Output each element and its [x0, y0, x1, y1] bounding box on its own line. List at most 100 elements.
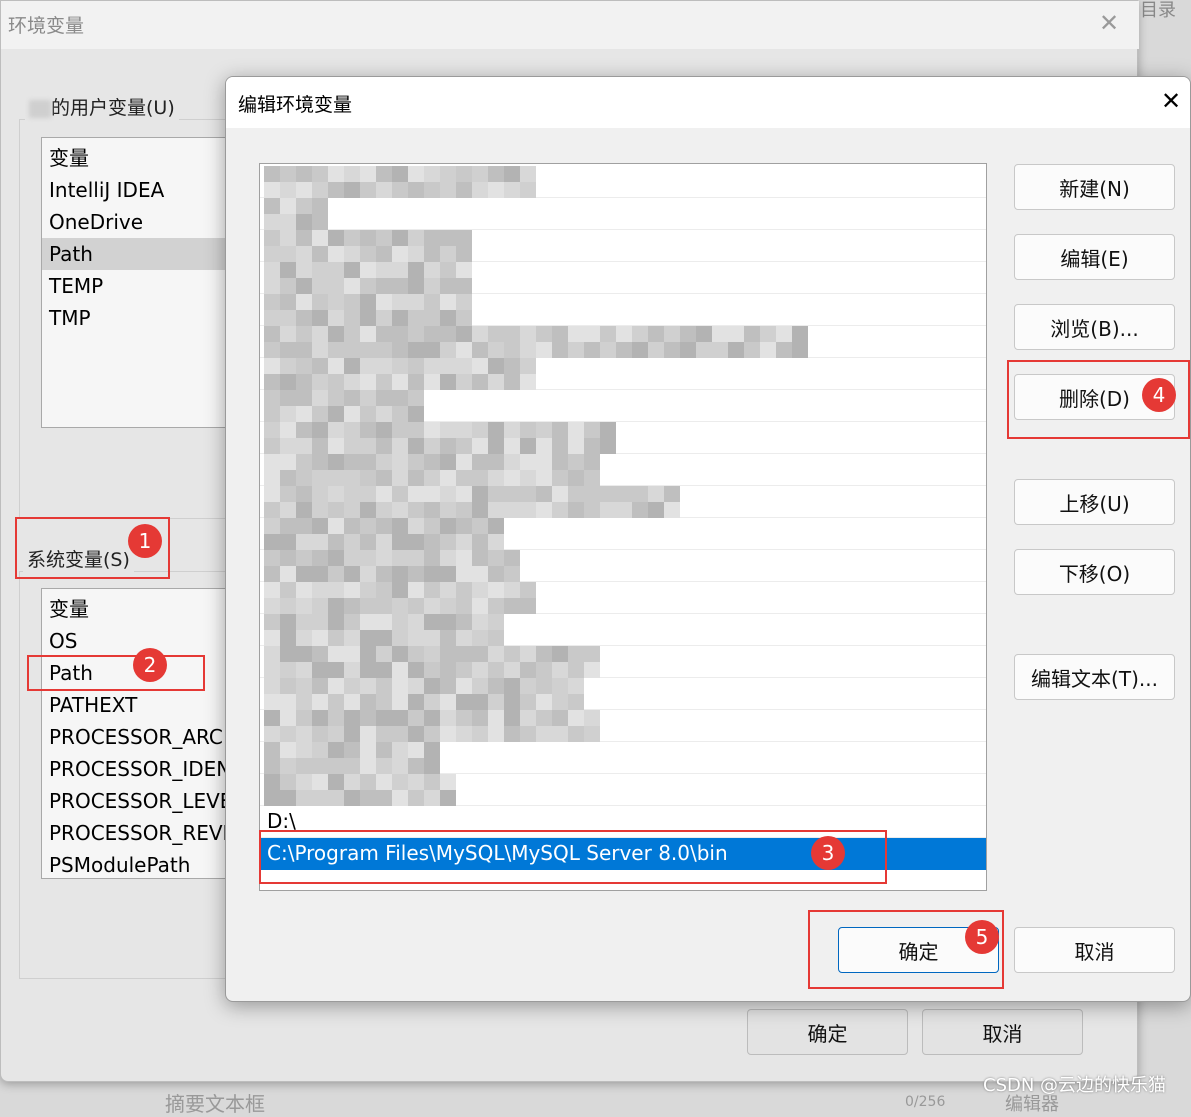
list-item[interactable]: PROCESSOR_ARC	[42, 721, 240, 753]
blurred-text-block	[312, 678, 328, 694]
blurred-text-block	[408, 438, 424, 454]
toc-label: 目录	[1140, 0, 1176, 21]
blurred-text-block	[264, 374, 280, 390]
blurred-text-block	[392, 550, 408, 566]
list-item[interactable]: Path	[42, 238, 240, 270]
path-entry[interactable]	[260, 198, 986, 230]
blurred-text-block	[312, 614, 328, 630]
system-vars-list[interactable]: 变量 OS Path PATHEXT PROCESSOR_ARC PROCESSOR_ID…	[41, 588, 241, 879]
path-entry[interactable]	[260, 390, 986, 422]
blurred-text-block	[312, 534, 328, 550]
path-entry[interactable]	[260, 422, 986, 454]
blurred-text-block	[376, 438, 392, 454]
blurred-text-block	[456, 326, 472, 342]
move-up-button[interactable]: 上移(U)	[1014, 479, 1175, 525]
path-entry[interactable]	[260, 550, 986, 582]
path-entry[interactable]	[260, 262, 986, 294]
blurred-text-block	[664, 486, 680, 502]
blurred-text-block	[472, 518, 488, 534]
list-item[interactable]: TEMP	[42, 270, 240, 302]
path-entry[interactable]	[260, 710, 986, 742]
list-item[interactable]: PROCESSOR_LEVE	[42, 785, 240, 817]
blurred-text-block	[408, 374, 424, 390]
blurred-text-block	[472, 614, 488, 630]
blurred-text-block	[520, 662, 536, 678]
path-entry[interactable]	[260, 614, 986, 646]
blurred-text-block	[296, 774, 312, 790]
blurred-text-block	[504, 326, 520, 342]
blurred-text-block	[520, 502, 536, 518]
user-vars-list[interactable]: 变量 IntelliJ IDEA OneDrive Path TEMP TMP	[41, 137, 241, 428]
cancel-button[interactable]: 取消	[1014, 927, 1175, 973]
path-entry[interactable]	[260, 166, 986, 198]
blurred-text-block	[456, 342, 472, 358]
path-entry[interactable]	[260, 230, 986, 262]
blurred-text-block	[328, 646, 344, 662]
blurred-text-block	[376, 694, 392, 710]
blurred-text-block	[376, 742, 392, 758]
list-item[interactable]: PROCESSOR_IDEN	[42, 753, 240, 785]
path-entry[interactable]	[260, 454, 986, 486]
path-entry[interactable]	[260, 582, 986, 614]
list-item[interactable]: PROCESSOR_REVI	[42, 817, 240, 849]
path-entry[interactable]	[260, 358, 986, 390]
blurred-text-block	[600, 438, 616, 454]
blurred-text-block	[568, 694, 584, 710]
path-entry[interactable]	[260, 646, 986, 678]
blurred-text-block	[408, 406, 424, 422]
blurred-text-block	[536, 342, 552, 358]
path-entry[interactable]	[260, 774, 986, 806]
edit-text-button[interactable]: 编辑文本(T)...	[1014, 654, 1175, 700]
blurred-text-block	[696, 326, 712, 342]
path-entry[interactable]	[260, 486, 986, 518]
blurred-text-block	[536, 422, 552, 438]
path-entry[interactable]	[260, 326, 986, 358]
blurred-text-block	[360, 694, 376, 710]
blurred-text-block	[360, 646, 376, 662]
blurred-text-block	[280, 246, 296, 262]
list-item[interactable]: PATHEXT	[42, 689, 240, 721]
blurred-text-block	[280, 790, 296, 806]
blurred-text-block	[760, 326, 776, 342]
blurred-text-block	[440, 518, 456, 534]
list-item[interactable]: OneDrive	[42, 206, 240, 238]
blurred-text-block	[584, 502, 600, 518]
blurred-text-block	[440, 182, 456, 198]
path-entry[interactable]	[260, 742, 986, 774]
bg-cancel-button[interactable]: 取消	[922, 1009, 1083, 1055]
list-item[interactable]: IntelliJ IDEA	[42, 174, 240, 206]
new-button[interactable]: 新建(N)	[1014, 164, 1175, 210]
edit-button[interactable]: 编辑(E)	[1014, 234, 1175, 280]
blurred-text-block	[392, 422, 408, 438]
path-list[interactable]: D:\ C:\Program Files\MySQL\MySQL Server 8…	[259, 163, 987, 891]
list-item[interactable]: PSModulePath	[42, 849, 240, 878]
blurred-text-block	[616, 486, 632, 502]
blurred-text-block	[392, 774, 408, 790]
blurred-text-block	[632, 486, 648, 502]
path-entry[interactable]	[260, 518, 986, 550]
blurred-text-block	[440, 662, 456, 678]
path-entry[interactable]	[260, 294, 986, 326]
blurred-text-block	[344, 166, 360, 182]
blurred-text-block	[408, 566, 424, 582]
blurred-text-block	[360, 470, 376, 486]
close-icon[interactable]: ✕	[1161, 87, 1181, 115]
blurred-text-block	[440, 646, 456, 662]
blurred-text-block	[376, 470, 392, 486]
blurred-text-block	[408, 390, 424, 406]
blurred-text-block	[296, 694, 312, 710]
blurred-text-block	[552, 422, 568, 438]
move-down-button[interactable]: 下移(O)	[1014, 549, 1175, 595]
blurred-text-block	[392, 566, 408, 582]
blurred-text-block	[376, 614, 392, 630]
blurred-text-block	[456, 278, 472, 294]
close-icon[interactable]: ✕	[1099, 9, 1119, 37]
bg-ok-button[interactable]: 确定	[747, 1009, 908, 1055]
blurred-text-block	[328, 518, 344, 534]
blurred-text-block	[360, 502, 376, 518]
browse-button[interactable]: 浏览(B)...	[1014, 304, 1175, 350]
blurred-text-block	[504, 502, 520, 518]
list-item[interactable]: TMP	[42, 302, 240, 334]
path-entry[interactable]	[260, 678, 986, 710]
blurred-text-block	[456, 470, 472, 486]
